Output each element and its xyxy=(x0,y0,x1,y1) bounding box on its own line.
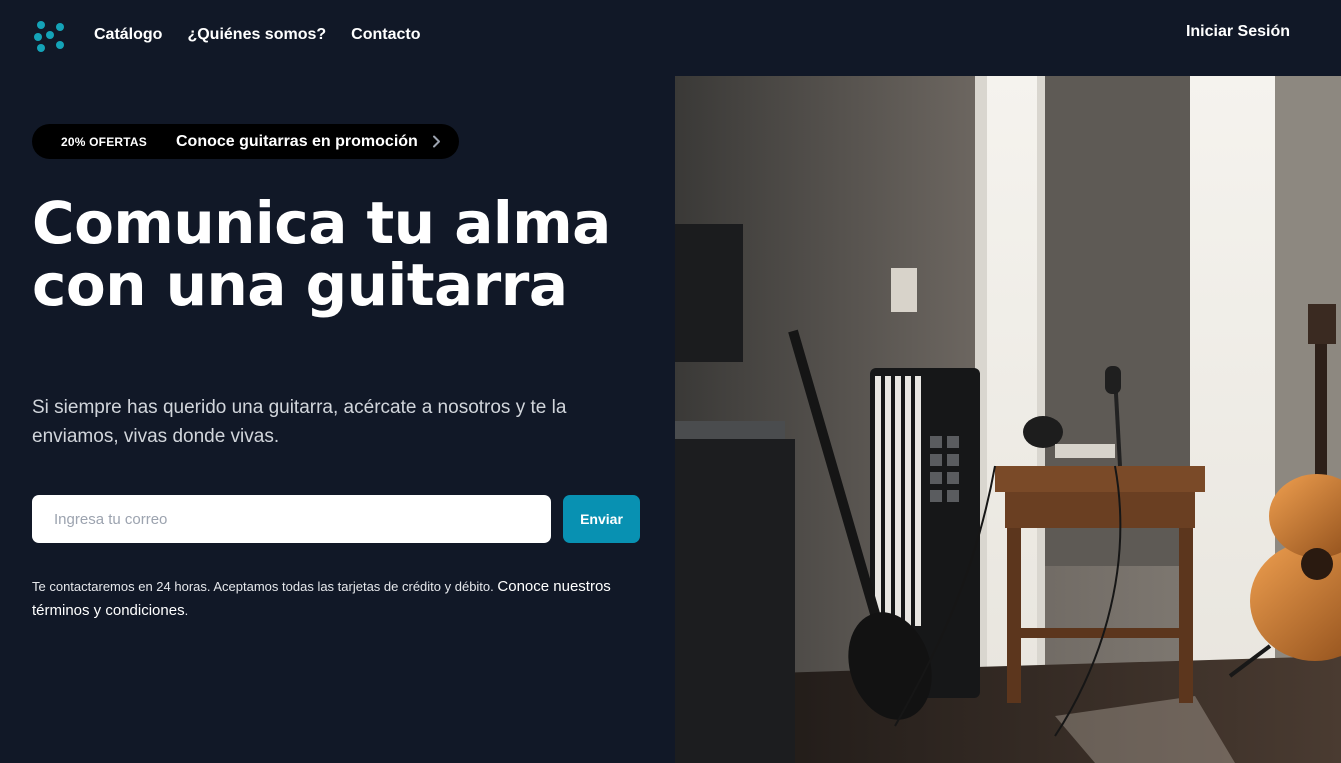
chevron-right-icon xyxy=(433,135,440,148)
promo-badge: 20% OFERTAS xyxy=(61,134,147,149)
login-link[interactable]: Iniciar Sesión xyxy=(1186,22,1290,42)
promo-text: Conoce guitarras en promoción xyxy=(176,132,418,150)
hero-title: Comunica tu alma con una guitarra xyxy=(32,192,632,316)
send-button[interactable]: Enviar xyxy=(563,495,640,543)
site-header: Catálogo ¿Quiénes somos? Contacto Inicia… xyxy=(0,0,1341,76)
hero-photo xyxy=(675,76,1341,763)
promo-banner[interactable]: 20% OFERTAS Conoce guitarras en promoció… xyxy=(32,124,459,159)
hero-title-line2: con una guitarra xyxy=(32,251,568,319)
nav-catalogo[interactable]: Catálogo xyxy=(94,25,162,45)
fineprint: Te contactaremos en 24 horas. Aceptamos … xyxy=(32,575,632,623)
dots-logo-icon[interactable] xyxy=(32,18,68,54)
email-input[interactable] xyxy=(32,495,551,543)
nav-quienes-somos[interactable]: ¿Quiénes somos? xyxy=(187,25,326,45)
main-nav: Catálogo ¿Quiénes somos? Contacto xyxy=(94,25,420,45)
music-room-illustration xyxy=(675,76,1341,763)
nav-contacto[interactable]: Contacto xyxy=(351,25,420,45)
hero-subtitle: Si siempre has querido una guitarra, acé… xyxy=(32,397,567,447)
hero-title-line1: Comunica tu alma xyxy=(32,189,611,257)
fineprint-text: Te contactaremos en 24 horas. Aceptamos … xyxy=(32,579,494,594)
fineprint-suffix: . xyxy=(184,603,189,618)
